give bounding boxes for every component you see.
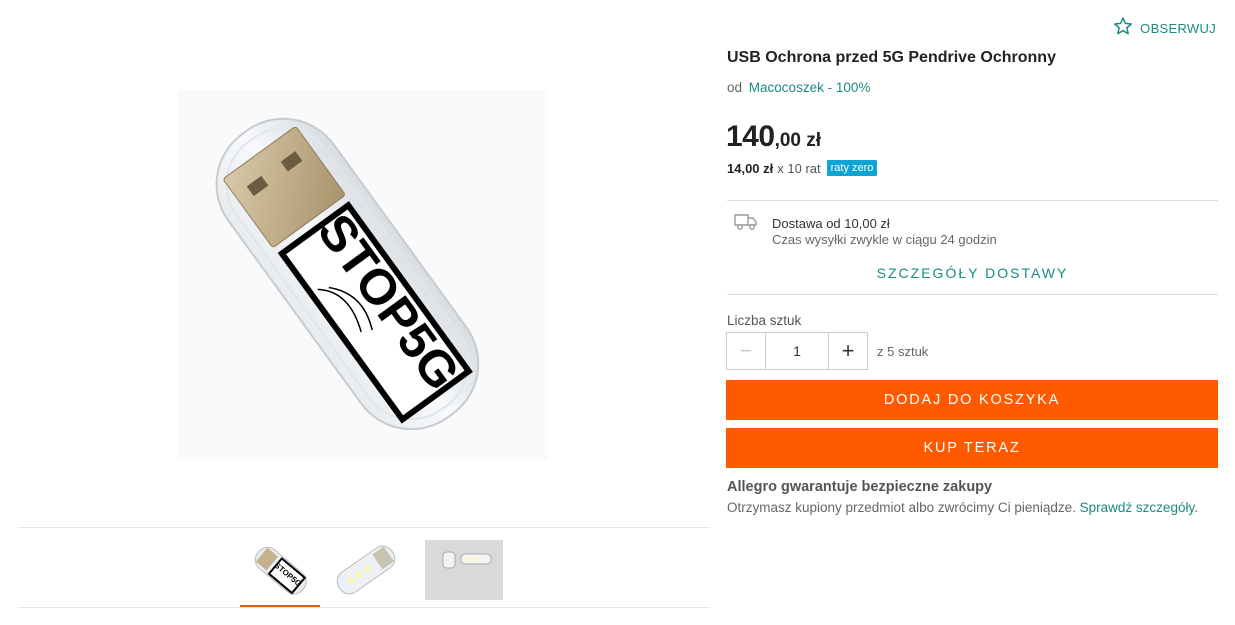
watch-button[interactable]: OBSERWUJ	[1113, 16, 1216, 41]
quantity-minus-button[interactable]: −	[727, 333, 766, 369]
quantity-label: Liczba sztuk	[727, 313, 802, 328]
product-gallery: STOP5G STOP5G	[18, 0, 710, 625]
watch-label: OBSERWUJ	[1140, 21, 1216, 36]
seller-prefix: od	[727, 80, 743, 95]
star-icon	[1113, 16, 1133, 41]
guarantee-title: Allegro gwarantuje bezpieczne zakupy	[727, 479, 993, 495]
thumbnail-2[interactable]	[326, 540, 406, 600]
gallery-divider	[18, 527, 710, 528]
add-to-cart-button[interactable]: DODAJ DO KOSZYKA	[726, 380, 1218, 420]
quantity-input[interactable]: 1	[766, 333, 828, 369]
price-decimal: ,00 zł	[774, 130, 822, 151]
available-quantity: z 5 sztuk	[877, 344, 929, 359]
guarantee-details-link[interactable]: Sprawdź szczegóły	[1080, 500, 1195, 515]
guarantee-description: Otrzymasz kupiony przedmiot albo zwrócim…	[727, 500, 1076, 515]
delivery-time: Czas wysyłki zwykle w ciągu 24 godzin	[772, 232, 997, 247]
delivery-details-link[interactable]: SZCZEGÓŁY DOSTAWY	[727, 265, 1218, 281]
thumbnail-1[interactable]: STOP5G	[240, 540, 320, 607]
delivery-price: Dostawa od 10,00 zł	[772, 216, 890, 231]
quantity-plus-button[interactable]: +	[828, 333, 867, 369]
main-product-image[interactable]: STOP5G	[178, 90, 548, 460]
delivery-info: Dostawa od 10,00 zł Czas wysyłki zwykle …	[772, 216, 997, 248]
buy-now-button[interactable]: KUP TERAZ	[726, 428, 1218, 468]
price-integer: 140	[726, 120, 775, 153]
gallery-bottom-divider	[18, 607, 710, 608]
thumbnail-3[interactable]	[425, 540, 503, 600]
guarantee-text: Otrzymasz kupiony przedmiot albo zwrócim…	[727, 500, 1198, 515]
installment-amount: 14,00 zł	[727, 160, 774, 176]
seller-link[interactable]: Macocoszek - 100%	[749, 80, 871, 95]
quantity-stepper: − 1 +	[726, 332, 868, 370]
truck-icon	[734, 213, 758, 236]
installment-count: x 10 rat	[777, 160, 821, 176]
divider-top	[727, 200, 1218, 201]
divider-bottom	[727, 294, 1218, 295]
guarantee-period: .	[1194, 500, 1198, 515]
installments: 14,00 zł x 10 rat raty zero	[727, 160, 878, 176]
seller-info: od Macocoszek - 100%	[727, 80, 870, 95]
price: 140,00 zł	[726, 120, 821, 154]
installment-badge[interactable]: raty zero	[826, 160, 878, 176]
product-title: USB Ochrona przed 5G Pendrive Ochronny	[727, 49, 1056, 66]
